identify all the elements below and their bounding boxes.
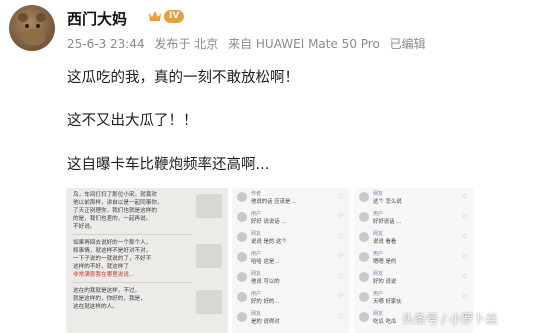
comment-text: 天哪 好家伙 bbox=[373, 299, 402, 305]
image-thumbnail bbox=[196, 194, 222, 218]
post-image-chat[interactable]: 鸟，车间打扫了那位小宋，就喜欢 他以前那样，讲自以是一起同事你， 了天正别理你，… bbox=[66, 188, 228, 333]
comment-text: 是的 说得对 bbox=[251, 319, 280, 325]
comment-text: 这个 怎么说 bbox=[373, 199, 402, 205]
comment-author: 用户 bbox=[373, 211, 384, 217]
comment-text: 好好说话 … bbox=[373, 219, 402, 225]
comment-avatar bbox=[237, 312, 247, 322]
comment-row: 网友 他说 可以的 ♡ bbox=[237, 270, 344, 290]
comment-text: 说说 看看 bbox=[373, 239, 397, 245]
comment-text: 好的 好的… bbox=[251, 299, 280, 305]
like-icon: ♡ bbox=[337, 293, 344, 301]
comment-author: 网友 bbox=[373, 271, 384, 277]
post-source: 来自 HUAWEI Mate 50 Pro bbox=[228, 37, 380, 51]
like-icon: ♡ bbox=[461, 293, 468, 301]
comment-author: 网友 bbox=[251, 231, 262, 237]
image-thumbnail bbox=[196, 290, 222, 314]
like-icon: ♡ bbox=[337, 213, 344, 221]
image-thumbnail bbox=[196, 244, 222, 268]
highlight-line: 非常满意我在哪里说说... bbox=[73, 272, 135, 278]
like-icon: ♡ bbox=[461, 193, 468, 201]
comment-avatar bbox=[237, 252, 247, 262]
watermark: 头条号 / 小罗卜丝 bbox=[402, 312, 498, 326]
chat-line: 这在就这样的人。 bbox=[73, 304, 118, 310]
comment-row: 用户 好好说话 … ♡ bbox=[359, 210, 468, 230]
user-badge[interactable]: IV bbox=[148, 9, 185, 23]
comment-avatar bbox=[359, 312, 369, 322]
comment-author: 网友 bbox=[373, 231, 384, 237]
post-date: 25-6-3 23:44 bbox=[67, 37, 145, 51]
comment-avatar bbox=[359, 232, 369, 242]
like-icon: ♡ bbox=[337, 233, 344, 241]
edited-label[interactable]: 已编辑 bbox=[390, 37, 426, 51]
comment-avatar bbox=[237, 212, 247, 222]
like-icon: ♡ bbox=[337, 193, 344, 201]
avatar-snout bbox=[21, 29, 45, 45]
comment-row: 用户 嗯嗯 是的 ♡ bbox=[359, 250, 468, 270]
post-text-line: 这不又出大瓜了！！ bbox=[67, 113, 198, 129]
comment-row: 网友 是的 说得对 ♡ bbox=[237, 310, 344, 330]
level-badge: IV bbox=[164, 9, 185, 23]
divider bbox=[71, 282, 192, 283]
avatar-ear bbox=[18, 13, 28, 22]
comment-avatar bbox=[237, 192, 247, 202]
comment-avatar bbox=[359, 192, 369, 202]
divider bbox=[71, 234, 192, 235]
username[interactable]: 西门大妈 bbox=[67, 8, 127, 29]
comment-avatar bbox=[359, 272, 369, 282]
like-icon: ♡ bbox=[337, 273, 344, 281]
comment-avatar bbox=[237, 232, 247, 242]
comment-avatar bbox=[359, 252, 369, 262]
comment-author: 用户 bbox=[251, 291, 262, 297]
post-text-line: 这瓜吃的我，真的一刻不敢放松啊！ bbox=[67, 70, 299, 86]
comment-row: 用户 好的 好的… ♡ bbox=[237, 290, 344, 310]
post-location: 发布于 北京 bbox=[154, 37, 219, 51]
comment-author: 网友 bbox=[251, 271, 262, 277]
avatar-ear bbox=[36, 13, 46, 22]
comment-row: 网友 这个 怎么说 ♡ bbox=[359, 190, 468, 210]
comment-text: 好的 说说 bbox=[373, 279, 397, 285]
comment-row: 网友 好的 说说 ♡ bbox=[359, 270, 468, 290]
avatar[interactable] bbox=[9, 5, 55, 51]
comment-avatar bbox=[359, 212, 369, 222]
comment-text: 嗯嗯 是的 bbox=[373, 259, 397, 265]
comment-text: 他说的话 应该是… bbox=[251, 199, 296, 205]
like-icon: ♡ bbox=[461, 253, 468, 261]
avatar-eye bbox=[25, 24, 29, 28]
comment-author: 用户 bbox=[251, 251, 262, 257]
like-icon: ♡ bbox=[461, 233, 468, 241]
comment-text: 哈哈 这是… bbox=[251, 259, 280, 265]
comment-avatar bbox=[237, 272, 247, 282]
comment-row: 用户 好好 说说话 … ♡ bbox=[237, 210, 344, 230]
comment-row: 作者 他说的话 应该是… ♡ bbox=[237, 190, 344, 210]
comment-text: 好好 说说话 … bbox=[251, 219, 287, 225]
comment-author: 网友 bbox=[251, 311, 262, 317]
comment-avatar bbox=[359, 292, 369, 302]
comment-text: 吃瓜 吃瓜 bbox=[373, 319, 397, 325]
comment-text: 说说 是的 这个 bbox=[251, 239, 287, 245]
comment-author: 网友 bbox=[373, 311, 384, 317]
like-icon: ♡ bbox=[461, 273, 468, 281]
comment-author: 网友 bbox=[373, 191, 384, 197]
like-icon: ♡ bbox=[337, 313, 344, 321]
comment-author: 作者 bbox=[251, 191, 262, 197]
comment-text: 他说 可以的 bbox=[251, 279, 280, 285]
like-icon: ♡ bbox=[461, 213, 468, 221]
post-meta: 25-6-3 23:44 发布于 北京 来自 HUAWEI Mate 50 Pr… bbox=[67, 35, 432, 52]
avatar-eye bbox=[36, 24, 40, 28]
chat-line: 不好说。 bbox=[73, 224, 96, 230]
post-image-comments[interactable]: 作者 他说的话 应该是… ♡ 用户 好好 说说话 … ♡ 网友 说说 是的 这个… bbox=[232, 188, 350, 333]
comment-avatar bbox=[237, 292, 247, 302]
like-icon: ♡ bbox=[337, 253, 344, 261]
crown-icon bbox=[149, 11, 161, 21]
comment-row: 网友 说说 是的 这个 ♡ bbox=[237, 230, 344, 250]
comment-row: 用户 哈哈 这是… ♡ bbox=[237, 250, 344, 270]
comment-row: 用户 天哪 好家伙 ♡ bbox=[359, 290, 468, 310]
post-text-line: 这自曝卡车比鞭炮频率还高啊... bbox=[67, 157, 270, 173]
comment-author: 用户 bbox=[373, 291, 384, 297]
comment-author: 用户 bbox=[251, 211, 262, 217]
comment-row: 网友 说说 看看 ♡ bbox=[359, 230, 468, 250]
comment-author: 用户 bbox=[373, 251, 384, 257]
